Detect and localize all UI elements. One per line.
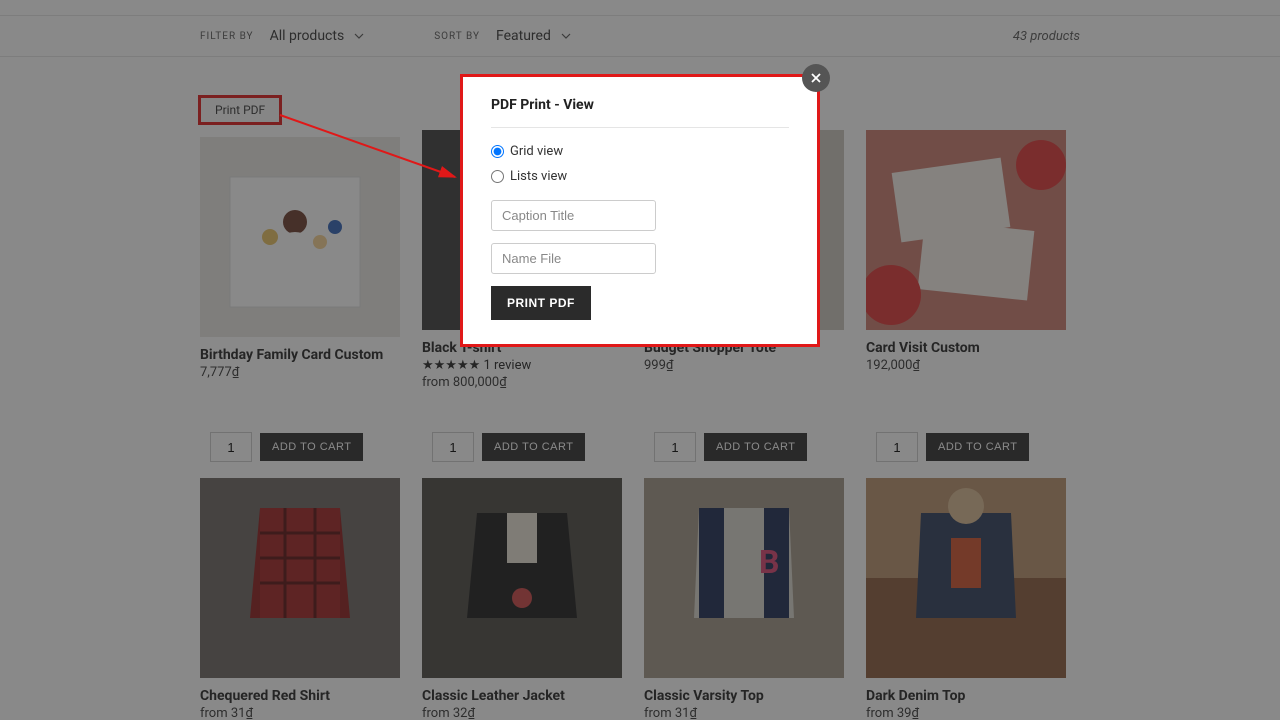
name-file-input[interactable] <box>491 243 656 274</box>
caption-title-input[interactable] <box>491 200 656 231</box>
modal-title: PDF Print - View <box>491 97 789 113</box>
radio-label: Lists view <box>510 169 567 184</box>
radio-input[interactable] <box>491 145 504 158</box>
pdf-print-modal: PDF Print - View Grid view Lists view PR… <box>460 74 820 347</box>
print-pdf-submit-button[interactable]: PRINT PDF <box>491 286 591 320</box>
lists-view-radio[interactable]: Lists view <box>491 169 789 184</box>
close-button[interactable] <box>802 64 830 92</box>
grid-view-radio[interactable]: Grid view <box>491 144 789 159</box>
radio-input[interactable] <box>491 170 504 183</box>
close-icon <box>810 72 822 84</box>
radio-label: Grid view <box>510 144 563 159</box>
